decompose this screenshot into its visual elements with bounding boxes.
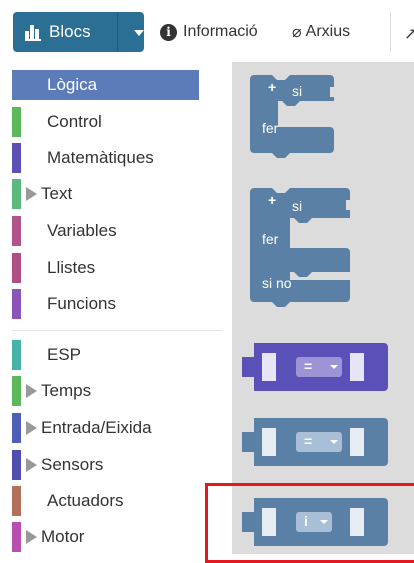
controls-ifelse-block[interactable]: + si fer si no bbox=[250, 188, 360, 308]
category-motor[interactable]: Motor bbox=[12, 522, 84, 552]
paperclip-icon: ⌀ bbox=[292, 24, 302, 41]
category-label: Sensors bbox=[41, 455, 104, 474]
category-label: Motor bbox=[41, 527, 85, 546]
category-temps[interactable]: Temps bbox=[12, 376, 91, 406]
category-label: Funcions bbox=[47, 294, 116, 313]
category-label: Lògica bbox=[47, 75, 98, 94]
toolbar: Blocs i Informació ⌀ Arxius ↗ bbox=[0, 0, 414, 62]
category-variables[interactable]: Variables bbox=[12, 216, 117, 246]
if-label: si bbox=[292, 83, 303, 99]
category-color-swatch bbox=[12, 216, 21, 246]
category-entrada-eixida[interactable]: Entrada/Eixida bbox=[12, 413, 152, 443]
do-label: fer bbox=[262, 231, 279, 247]
category-label: Variables bbox=[47, 221, 117, 240]
controls-if-block[interactable]: + si fer bbox=[250, 75, 340, 160]
category-actuadors[interactable]: Actuadors bbox=[12, 486, 124, 516]
compare-shape-blue bbox=[242, 418, 388, 466]
category-sensors[interactable]: Sensors bbox=[12, 450, 103, 480]
tab-informacio-label: Informació bbox=[183, 23, 258, 40]
info-icon: i bbox=[160, 23, 177, 41]
category-color-swatch bbox=[12, 289, 21, 319]
category-color-swatch bbox=[12, 143, 21, 173]
expand-arrow-icon[interactable] bbox=[26, 458, 37, 472]
mutator-plus[interactable]: + bbox=[268, 192, 276, 208]
category-color-swatch bbox=[12, 413, 21, 443]
blocs-dropdown-button[interactable]: Blocs bbox=[13, 12, 144, 52]
category-text[interactable]: Text bbox=[12, 179, 72, 209]
category-lògica[interactable]: Lògica bbox=[12, 70, 199, 100]
category-color-swatch bbox=[12, 522, 21, 552]
category-matemàtiques[interactable]: Matemàtiques bbox=[12, 143, 154, 173]
mutator-plus[interactable]: + bbox=[268, 79, 276, 95]
category-color-swatch bbox=[12, 107, 21, 137]
expand-arrow-icon[interactable] bbox=[26, 384, 37, 398]
category-label: Temps bbox=[41, 381, 92, 400]
blocs-label: Blocs bbox=[49, 22, 91, 41]
category-color-swatch bbox=[12, 70, 21, 100]
highlight-box bbox=[205, 483, 414, 563]
category-label: Llistes bbox=[47, 258, 96, 277]
tab-informacio[interactable]: i Informació bbox=[150, 12, 270, 52]
category-label: Actuadors bbox=[47, 491, 124, 510]
compare-shape-purple bbox=[242, 343, 388, 391]
category-label: Control bbox=[47, 112, 102, 131]
category-label: Text bbox=[41, 184, 73, 203]
expand-arrow-icon[interactable] bbox=[26, 187, 37, 201]
category-color-swatch bbox=[12, 376, 21, 406]
expand-arrow-icon[interactable] bbox=[26, 530, 37, 544]
category-label: Matemàtiques bbox=[47, 148, 154, 167]
blocks-icon bbox=[25, 23, 43, 41]
category-llistes[interactable]: Llistes bbox=[12, 253, 95, 283]
category-control[interactable]: Control bbox=[12, 107, 102, 137]
category-esp[interactable]: ESP bbox=[12, 340, 81, 370]
category-color-swatch bbox=[12, 340, 21, 370]
category-label: ESP bbox=[47, 345, 82, 364]
category-label: Entrada/Eixida bbox=[41, 418, 152, 437]
operator-dropdown[interactable]: = bbox=[304, 433, 312, 449]
toolbar-overflow-tab[interactable]: ↗ bbox=[390, 12, 414, 52]
category-color-swatch bbox=[12, 253, 21, 283]
tab-arxius[interactable]: ⌀ Arxius bbox=[282, 12, 382, 52]
else-label: si no bbox=[262, 275, 292, 291]
do-label: fer bbox=[262, 120, 279, 136]
category-sidebar: Lògica Control Matemàtiques Text Variables Ll… bbox=[0, 62, 232, 554]
category-funcions[interactable]: Funcions bbox=[12, 289, 116, 319]
caret-down-icon[interactable] bbox=[134, 30, 144, 36]
category-color-swatch bbox=[12, 179, 21, 209]
expand-arrow-icon[interactable] bbox=[26, 421, 37, 435]
logic-compare-block-blue[interactable]: = bbox=[240, 418, 388, 466]
arrow-icon: ↗ bbox=[404, 26, 414, 43]
category-color-swatch bbox=[12, 486, 21, 516]
logic-compare-block-purple[interactable]: = bbox=[240, 343, 388, 391]
category-color-swatch bbox=[12, 450, 21, 480]
tab-arxius-label: Arxius bbox=[305, 23, 351, 40]
operator-dropdown[interactable]: = bbox=[304, 358, 312, 374]
category-divider bbox=[12, 330, 222, 331]
if-label: si bbox=[292, 198, 303, 214]
